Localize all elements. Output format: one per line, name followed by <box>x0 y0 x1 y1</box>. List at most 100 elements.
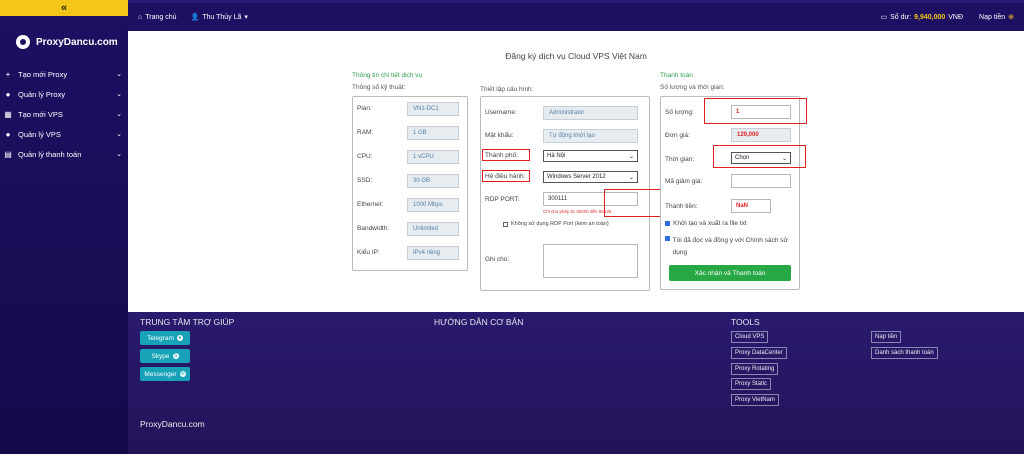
spec-row: SSD: <box>357 177 372 184</box>
note-textarea[interactable] <box>543 244 638 278</box>
time-label: Thời gian: <box>665 156 695 163</box>
payment-row: Đơn giá: <box>665 132 690 139</box>
spec-row: Plan: <box>357 105 372 112</box>
sidebar: « ProxyDancu.com + Tạo mới Proxy ⌄ ● Quả… <box>0 0 128 454</box>
chevron-down-icon: ⌄ <box>116 111 122 118</box>
chevron-down-icon: ⌄ <box>628 174 634 181</box>
circle-icon: ● <box>5 129 11 139</box>
discount-input[interactable] <box>731 174 791 188</box>
skype-button[interactable]: Skype S <box>140 349 190 363</box>
sidebar-item-label: Quản lý VPS <box>18 129 61 139</box>
chevron-down-icon: ⌄ <box>116 151 122 158</box>
check2-row[interactable]: Tôi đã đọc và đồng ý với Chính sách sử d… <box>665 235 789 259</box>
service-specs-box: Plan: VN1-DC1 RAM: 1 GB CPU: 1 vCPU SSD:… <box>352 96 468 271</box>
check1-checkbox[interactable] <box>665 221 670 226</box>
messenger-button[interactable]: Messenger ✉ <box>140 367 190 381</box>
sidebar-item-label: Tạo mới Proxy <box>18 69 68 79</box>
total-value: NaN <box>731 199 771 213</box>
wallet-icon: ▭ <box>880 14 888 21</box>
telegram-icon: ➤ <box>176 335 183 341</box>
page-title: Đăng ký dịch vụ Cloud VPS Việt Nam <box>505 51 647 61</box>
submit-payment-button[interactable]: Xác nhận và Thanh toán <box>669 265 791 281</box>
check2-label: Tôi đã đọc và đồng ý với Chính sách sử d… <box>672 237 788 256</box>
payment-section: Thanh toán Số lượng và thời gian: <box>660 72 725 91</box>
spec-label: Plan: <box>357 105 372 112</box>
spec-row: Ethernet: <box>357 201 383 208</box>
sidebar-item-manage-proxy[interactable]: ● Quản lý Proxy ⌄ <box>0 84 128 104</box>
spec-row: RAM: <box>357 129 373 136</box>
qty-highlight <box>704 98 807 124</box>
config-row: Hệ điều hành: <box>485 173 525 180</box>
home-label: Trang chủ <box>145 13 177 21</box>
document-icon: ▤ <box>4 149 12 159</box>
messenger-label: Messenger <box>144 370 177 378</box>
config-row: Username: <box>485 109 517 116</box>
chevron-down-icon: ⌄ <box>628 153 634 160</box>
spec-label: SSD: <box>357 177 373 184</box>
double-chevron-left-icon: « <box>60 2 68 14</box>
payment-row: Thời gian: <box>665 156 694 163</box>
spec-value: VN1-DC1 <box>407 102 459 116</box>
os-select[interactable]: Windows Server 2012 ⌄ <box>543 171 638 183</box>
telegram-label: Telegram <box>147 334 174 342</box>
password-label: Mật khẩu: <box>485 132 514 139</box>
rdp-checkbox-row[interactable]: Không sử dụng RDP Port (kém an toàn) <box>503 221 609 227</box>
topbar: ⌂ Trang chủ 👤 Thu Thủy Lã ▾ ▭ Số dư: 9,9… <box>128 0 1024 31</box>
check1-row[interactable]: Khởi tạo và xuất ra file txt <box>665 220 795 227</box>
tool-link-proxy-datacenter[interactable]: Proxy DataCenter <box>731 347 787 359</box>
rdp-label: RDP PORT: <box>485 196 520 203</box>
tool-link-proxy-static[interactable]: Proxy Static <box>731 378 772 390</box>
sidebar-item-create-proxy[interactable]: + Tạo mới Proxy ⌄ <box>0 64 128 84</box>
sidebar-item-create-vps[interactable]: ▦ Tạo mới VPS ⌄ <box>0 104 128 124</box>
city-label: Thành phố: <box>485 152 518 159</box>
config-row: RDP PORT: <box>485 196 519 203</box>
os-label: Hệ điều hành: <box>485 173 526 180</box>
spec-label: RAM: <box>357 129 374 136</box>
help-title: TRUNG TÂM TRỢ GIÚP <box>140 317 235 327</box>
service-section-title: Thông tin chi tiết dịch vụ <box>352 72 423 79</box>
spec-row: CPU: <box>357 153 373 160</box>
collapse-sidebar-button[interactable]: « <box>0 0 128 16</box>
os-value: Windows Server 2012 <box>547 174 606 180</box>
spec-value: IPv4 riêng <box>407 246 459 260</box>
home-link[interactable]: ⌂ Trang chủ <box>138 14 177 21</box>
payment-section-title: Thanh toán <box>660 72 693 79</box>
spec-value: 1 vCPU <box>407 150 459 164</box>
service-section: Thông tin chi tiết dịch vụ Thông số kỹ t… <box>352 72 422 91</box>
caret-down-icon: ▾ <box>244 14 248 21</box>
tool-link-payment-list[interactable]: Danh sách thanh toán <box>871 347 938 359</box>
balance-amount: 9,940,000 <box>914 13 946 21</box>
sidebar-item-manage-payment[interactable]: ▤ Quản lý thanh toán ⌄ <box>0 144 128 164</box>
config-row: Thành phố: <box>485 152 518 159</box>
rdp-checkbox[interactable] <box>503 221 508 227</box>
payment-box: Số lượng: 1 Đơn giá: 129,000 Thời gian: … <box>660 96 800 290</box>
tool-link-proxy-vietnam[interactable]: Proxy VietNam <box>731 394 779 406</box>
user-menu[interactable]: 👤 Thu Thủy Lã ▾ <box>191 13 248 22</box>
spec-row: Bandwidth: <box>357 225 389 232</box>
sidebar-item-manage-vps[interactable]: ● Quản lý VPS ⌄ <box>0 124 128 144</box>
qty-label: Số lượng: <box>665 109 694 116</box>
note-label: Ghi chú: <box>485 256 510 263</box>
messenger-icon: ✉ <box>179 371 186 377</box>
circle-icon: ● <box>5 89 11 99</box>
password-field[interactable]: Tự động khởi tạo <box>543 129 638 143</box>
tool-link-proxy-rotating[interactable]: Proxy Rotating <box>731 363 779 375</box>
tool-link-cloud-vps[interactable]: Cloud VPS <box>731 331 769 343</box>
total-label: Thành tiền: <box>665 203 698 210</box>
spec-value: Unlimited <box>407 222 459 236</box>
tools-title: TOOLS <box>731 317 760 327</box>
payment-row: Thành tiền: <box>665 203 698 210</box>
tool-link-topup[interactable]: Nạp tiền <box>871 331 902 343</box>
guide-title: HƯỚNG DẪN CƠ BẢN <box>434 317 524 327</box>
username-field[interactable]: Administrator <box>543 106 638 120</box>
telegram-button[interactable]: Telegram ➤ <box>140 331 190 345</box>
spec-label: Ethernet: <box>357 201 384 208</box>
skype-label: Skype <box>151 352 170 360</box>
check2-checkbox[interactable] <box>665 236 670 241</box>
topup-link[interactable]: Nạp tiền ⊕ <box>979 13 1014 22</box>
brand[interactable]: ProxyDancu.com <box>0 16 128 56</box>
city-select[interactable]: Hà Nội ⌄ <box>543 150 638 162</box>
payment-row: Mã giảm giá: <box>665 178 702 185</box>
spec-label: CPU: <box>357 153 373 160</box>
payment-section-sub: Số lượng và thời gian: <box>660 84 725 91</box>
